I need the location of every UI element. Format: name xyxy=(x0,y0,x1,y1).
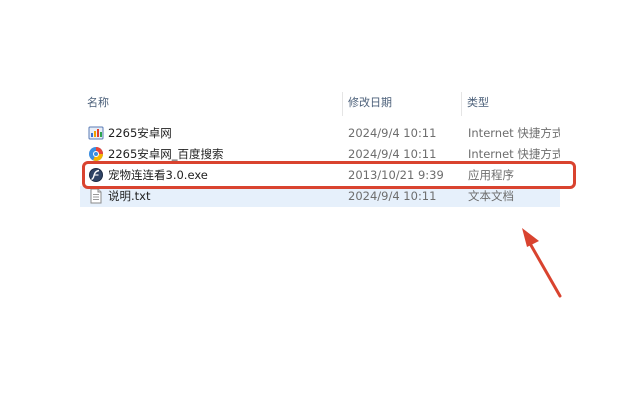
file-name: 宠物连连看3.0.exe xyxy=(108,168,208,182)
column-header-name[interactable]: 名称 xyxy=(87,90,109,116)
file-row[interactable]: 2265安卓网_百度搜索 2024/9/4 10:11 Internet 快捷方… xyxy=(80,144,560,165)
file-type: Internet 快捷方式 xyxy=(468,126,560,140)
file-type: 应用程序 xyxy=(468,168,514,182)
application-icon xyxy=(89,168,103,182)
column-divider[interactable] xyxy=(461,92,462,116)
url-shortcut-icon xyxy=(88,126,104,140)
column-header-date[interactable]: 修改日期 xyxy=(348,90,392,116)
column-divider[interactable] xyxy=(342,92,343,116)
browser-shortcut-icon xyxy=(89,147,103,161)
file-date: 2024/9/4 10:11 xyxy=(348,189,437,203)
file-row[interactable]: 说明.txt 2024/9/4 10:11 文本文档 xyxy=(80,186,560,207)
column-header-bar: 名称 修改日期 类型 xyxy=(80,90,560,116)
file-row[interactable]: 宠物连连看3.0.exe 2013/10/21 9:39 应用程序 xyxy=(80,165,560,186)
file-explorer-window: 名称 修改日期 类型 2265安卓网 2024/9/4 10:11 Intern… xyxy=(0,0,640,400)
file-date: 2013/10/21 9:39 xyxy=(348,168,444,182)
file-name: 说明.txt xyxy=(108,189,151,203)
file-type: 文本文档 xyxy=(468,189,514,203)
file-list-pane: 名称 修改日期 类型 2265安卓网 2024/9/4 10:11 Intern… xyxy=(80,90,560,220)
file-row[interactable]: 2265安卓网 2024/9/4 10:11 Internet 快捷方式 xyxy=(80,123,560,144)
text-file-icon xyxy=(90,188,102,204)
file-type: Internet 快捷方式 xyxy=(468,147,560,161)
file-name: 2265安卓网_百度搜索 xyxy=(108,147,224,161)
column-header-type[interactable]: 类型 xyxy=(467,90,489,116)
pointer-arrow-icon xyxy=(522,228,562,298)
file-name: 2265安卓网 xyxy=(108,126,172,140)
file-date: 2024/9/4 10:11 xyxy=(348,126,437,140)
file-date: 2024/9/4 10:11 xyxy=(348,147,437,161)
